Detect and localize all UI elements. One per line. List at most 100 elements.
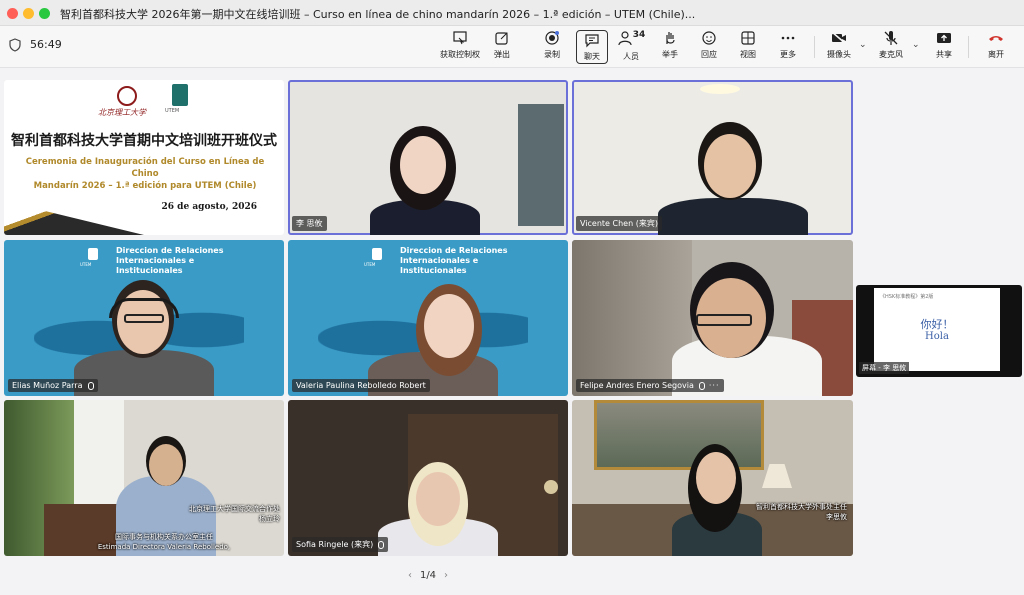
camera-options-chevron-down-icon[interactable]: ⌄ [859,40,867,50]
video-caption: 智利首都科技大学外事处主任 李思攸 [697,502,847,522]
video-caption-line1: 北京理工大学国际交流合作处 [189,505,280,513]
record-button[interactable]: 录制 [538,30,566,64]
leave-button[interactable]: 离开 [982,30,1010,64]
popout-button[interactable]: 弹出 [488,30,516,64]
mic-icon [698,381,705,390]
mic-icon [87,381,94,390]
video-caption-line2: Estimada Directora Valeria Rebolledo, [97,543,231,551]
participant-name-tag: Valeria Paulina Rebolledo Robert [292,379,430,392]
raise-hand-label: 举手 [662,50,678,59]
video-caption-line1: 国际事务与机构关系办公室主任 [115,533,213,541]
vbg-heading-line3: Institucionales [116,266,183,275]
participant-video-tile[interactable]: Sofia Ringele (来宾) [288,400,568,556]
microphone-label: 麦克风 [879,50,903,59]
vbg-heading-line2: Internacionales e [400,256,479,265]
slide-date: 26 de agosto, 2026 [161,202,257,212]
toolbar-divider [814,36,815,58]
participant-video-tile[interactable]: UTEM Direccion de Relaciones Internacion… [288,240,568,396]
people-label: 人员 [623,52,639,61]
participant-video-tile[interactable]: 智利首都科技大学外事处主任 李思攸 [572,400,853,556]
take-control-label: 获取控制权 [440,50,480,59]
shared-screen-content: 《HSK标准教程》第2版 你好！ Hola [874,288,1000,371]
previous-page-chevron-left-icon[interactable]: ‹ [408,570,412,581]
meeting-timer: 56:49 [30,38,62,51]
reaction-button[interactable]: 回应 [695,30,723,64]
page-indicator: 1/4 [419,570,437,581]
participant-name-tag: Felipe Andres Enero Segovia ··· [576,379,724,392]
slide-decoration [4,201,144,235]
gallery-pagination: ‹ 1/4 › [0,570,856,581]
participant-name: Sofia Ringele (来宾) [296,540,374,549]
take-control-button[interactable]: 获取控制权 [438,30,482,64]
virtual-background-heading: Direccion de Relaciones Internacionales … [400,246,507,276]
window-title: 智利首都科技大学 2026年第一期中文在线培训班 – Curso en líne… [60,8,696,21]
raise-hand-button[interactable]: 举手 [656,30,684,64]
video-caption: 北京理工大学国际交流合作处 杨立玲 [120,504,280,524]
popout-label: 弹出 [494,50,510,59]
utem-logo-caption: UTEM [165,108,180,114]
participant-video-tile[interactable]: 李 思攸 [288,80,568,235]
participant-face [424,294,474,358]
participant-body [658,198,808,235]
view-button[interactable]: 视图 [734,30,762,64]
participant-video-tile[interactable]: 北京理工大学国际交流合作处 杨立玲 国际事务与机构关系办公室主任 Estimad… [4,400,284,556]
participant-name: Felipe Andres Enero Segovia [580,381,694,390]
participant-video-tile[interactable]: Felipe Andres Enero Segovia ··· [572,240,853,396]
maximize-window-button[interactable] [39,8,50,19]
remote-control-icon [453,31,467,45]
reaction-label: 回应 [701,50,717,59]
participant-face [400,136,446,194]
window-background [74,400,124,510]
record-label: 录制 [544,50,560,59]
participant-name-tag: Elias Muñoz Parra [8,379,98,392]
share-label: 共享 [936,50,952,59]
background-object [544,480,558,494]
participant-face [416,472,460,526]
participant-name-tag: 李 思攸 [292,216,327,231]
video-caption: 国际事务与机构关系办公室主任 Estimada Directora Valeri… [64,532,264,552]
vbg-heading-line1: Direccion de Relaciones [400,246,508,255]
more-label: 更多 [780,50,796,59]
headphones [109,298,179,318]
utem-logo-caption: UTEM [80,262,92,267]
university-seal-logo [117,86,137,106]
camera-label: 摄像头 [827,50,851,59]
ceiling-light [700,84,740,94]
next-page-chevron-right-icon[interactable]: › [444,570,448,581]
leave-label: 离开 [988,50,1004,59]
participant-video-tile[interactable]: Vicente Chen (来宾) [572,80,853,235]
reaction-icon [702,31,716,45]
minimize-window-button[interactable] [23,8,34,19]
vbg-heading-line3: Institucionales [400,266,467,275]
camera-button[interactable]: 摄像头 [824,30,854,64]
utem-logo [88,248,98,260]
video-caption-line1: 智利首都科技大学外事处主任 [756,503,847,511]
utem-logo [172,84,188,106]
screen-share-name-tag: 屏幕 - 李 思攸 [859,362,910,374]
more-button[interactable]: 更多 [774,30,802,64]
virtual-background-heading: Direccion de Relaciones Internacionales … [116,246,223,276]
side-panel: 《HSK标准教程》第2版 你好！ Hola 屏幕 - 李 思攸 [856,68,1024,595]
screen-share-thumbnail[interactable]: 《HSK标准教程》第2版 你好！ Hola 屏幕 - 李 思攸 [856,285,1022,377]
utem-logo-caption: UTEM [364,262,376,267]
slide-subtitle: Ceremonia de Inauguración del Curso en L… [14,156,276,192]
chat-icon [585,34,599,48]
participant-face [704,134,756,198]
people-button[interactable]: 34 人员 [615,30,647,64]
people-count: 34 [632,30,646,40]
mic-options-chevron-down-icon[interactable]: ⌄ [912,40,920,50]
chat-button[interactable]: 聊天 [576,30,608,64]
slide-subtitle-line2: Mandarín 2026 – 1.ª edición para UTEM (C… [33,181,257,191]
close-window-button[interactable] [7,8,18,19]
shield-icon [9,38,21,52]
people-icon [618,31,632,46]
participant-name: Elias Muñoz Parra [12,381,83,390]
presentation-slide-tile[interactable]: 北京理工大学 UTEM 智利首都科技大学首期中文培训班开班仪式 Ceremoni… [4,80,284,235]
participant-face [149,444,183,486]
more-icon[interactable]: ··· [709,381,720,390]
record-icon [545,31,559,45]
vbg-heading-line1: Direccion de Relaciones [116,246,224,255]
participant-video-tile[interactable]: UTEM Direccion de Relaciones Internacion… [4,240,284,396]
microphone-button[interactable]: 麦克风 [876,30,906,64]
share-button[interactable]: 共享 [930,30,958,64]
